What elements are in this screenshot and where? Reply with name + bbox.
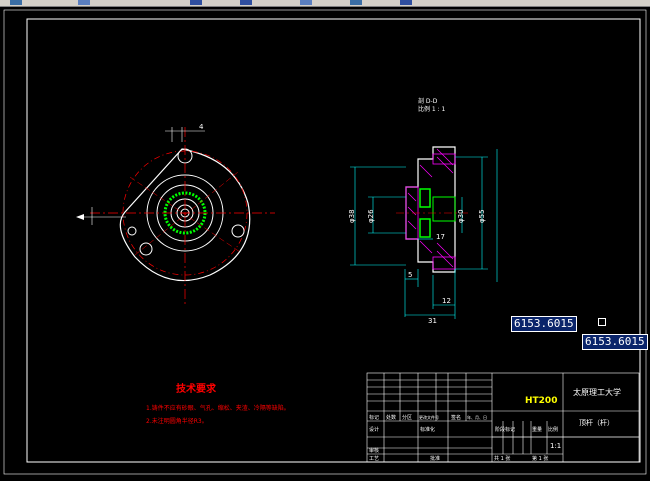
tb-mark: 标记: [369, 414, 379, 421]
redo-icon[interactable]: [78, 0, 90, 5]
tb-design: 设计: [369, 426, 379, 433]
dim-d55: φ55: [478, 209, 486, 223]
tb-sheets-total: 共 1 张: [494, 455, 510, 462]
scale-value: 1:1: [550, 442, 561, 450]
coordinate-field-1[interactable]: 6153.6015: [511, 316, 577, 332]
front-view: [76, 127, 275, 307]
drawing-canvas[interactable]: 4 剖 D-D 比例 1: 1 φ38 φ26 φ30 φ55 17 5 12…: [0, 7, 650, 477]
pan-icon[interactable]: [240, 0, 252, 5]
coordinate-field-2[interactable]: 6153.6015: [582, 334, 648, 350]
dim-12: 12: [442, 297, 451, 305]
tb-review: 审核: [369, 447, 379, 454]
undo-icon[interactable]: [10, 0, 22, 5]
dim-4: 4: [199, 123, 204, 131]
tb-sheet-no: 第 1 张: [532, 455, 548, 462]
dim-d38: φ38: [348, 209, 356, 223]
zoom-icon[interactable]: [190, 0, 202, 5]
properties-icon[interactable]: [350, 0, 362, 5]
drawing-svg: 4 剖 D-D 比例 1: 1 φ38 φ26 φ30 φ55 17 5 12…: [3, 9, 647, 475]
dim-d26: φ26: [367, 209, 375, 223]
part-name: 顶杆（杆）: [579, 418, 614, 427]
dim-31: 31: [428, 317, 437, 325]
grip-handle[interactable]: [598, 318, 606, 326]
tb-count: 处数: [386, 414, 396, 421]
tb-process: 工艺: [369, 456, 379, 462]
tb-stage: 阶段标记: [495, 426, 515, 433]
tech-item-1: 1.铸件不应有砂眼、气孔、缩松、夹渣、冷隔等缺陷。: [146, 404, 290, 412]
cad-toolbar: [0, 0, 650, 7]
dim-d30: φ30: [457, 209, 465, 223]
section-label: 剖 D-D: [418, 97, 438, 105]
tb-ratio: 比例: [548, 426, 558, 433]
tb-zone: 分区: [402, 414, 412, 421]
tb-standard: 标准化: [420, 426, 435, 433]
tb-sign: 签名: [451, 414, 461, 421]
scale-label: 比例 1 : 1: [418, 105, 446, 113]
part-number: HT200: [525, 396, 557, 406]
layer-icon[interactable]: [300, 0, 312, 5]
school-name: 太原理工大学: [573, 387, 621, 397]
tech-item-2: 2.未注明圆角半径R3。: [146, 417, 208, 425]
match-icon[interactable]: [400, 0, 412, 5]
tech-title: 技术要求: [176, 382, 217, 395]
dim-17: 17: [436, 233, 445, 241]
tb-date: 年、月、日: [467, 414, 487, 420]
section-view: [350, 146, 498, 319]
dim-5: 5: [408, 271, 412, 279]
tb-weight: 重量: [532, 426, 542, 433]
tb-doc: 更改文件号: [419, 414, 439, 420]
tb-approve: 批准: [430, 455, 440, 462]
